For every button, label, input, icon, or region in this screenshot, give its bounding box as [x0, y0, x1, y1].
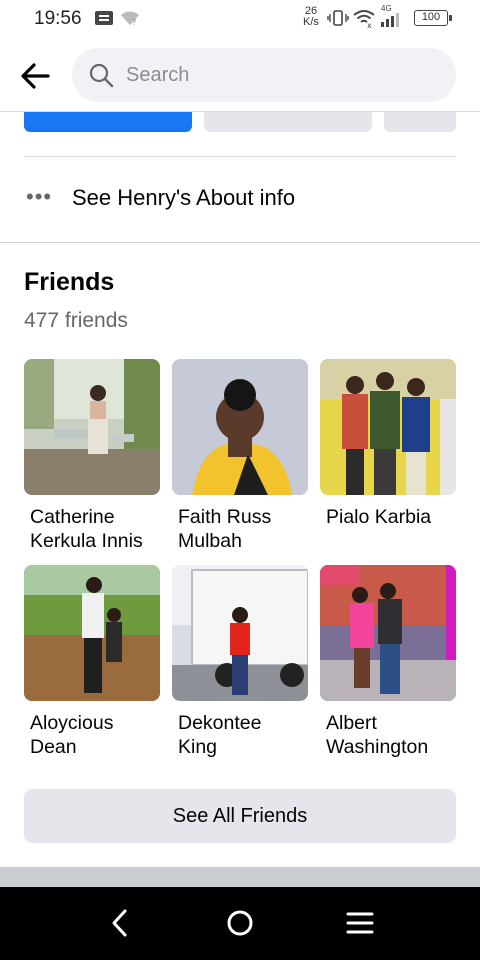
friend-photo[interactable]	[24, 359, 160, 495]
friend-name[interactable]: Pialo Karbia	[320, 505, 456, 529]
friend-card[interactable]: Aloycious Dean	[24, 565, 160, 759]
more-dots-icon: •••	[26, 184, 53, 209]
friend-photo-image	[320, 359, 456, 495]
friend-photo[interactable]	[24, 565, 160, 701]
friends-count: 477 friends	[24, 309, 128, 332]
primary-action-button[interactable]	[24, 112, 192, 132]
search-bar[interactable]	[72, 48, 456, 102]
system-nav-bar	[0, 887, 480, 960]
friend-photo-image	[24, 565, 160, 701]
signal-icon	[381, 13, 399, 27]
friend-name-line: Catherine	[30, 506, 115, 528]
friend-name-line: Kerkula Innis	[30, 530, 143, 552]
svg-text:?: ?	[132, 18, 136, 26]
friend-name-line: Dekontee	[178, 712, 262, 734]
friend-photo-image	[172, 565, 308, 701]
see-all-friends-button[interactable]: See All Friends	[24, 789, 456, 843]
see-about-info-label: See Henry's About info	[72, 185, 296, 210]
friend-card[interactable]: Dekontee King	[172, 565, 308, 759]
divider	[24, 156, 456, 157]
friend-card[interactable]: Faith Russ Mulbah	[172, 359, 308, 553]
battery-level: 100	[421, 11, 441, 23]
status-bar: 19:56 ? 26 K/s x 4G 100	[0, 0, 480, 38]
search-icon	[89, 63, 114, 88]
status-time: 19:56	[34, 8, 82, 29]
wifi-question-icon: ?	[121, 11, 139, 26]
network-speed: 26 K/s	[303, 6, 319, 28]
profile-action-buttons	[0, 112, 480, 132]
friend-photo[interactable]	[320, 565, 456, 701]
friend-photo-image	[320, 565, 456, 701]
friend-name-line: King	[178, 736, 218, 758]
nav-back-icon[interactable]	[100, 903, 140, 943]
friend-name[interactable]: Dekontee King	[172, 711, 308, 759]
arrow-left-icon[interactable]	[16, 56, 56, 96]
see-about-info-row[interactable]: ••• See Henry's About info	[0, 172, 480, 224]
friend-card[interactable]: Pialo Karbia	[320, 359, 456, 529]
search-input[interactable]	[126, 48, 436, 102]
top-header	[0, 38, 480, 112]
wifi-icon: x	[353, 10, 375, 28]
friend-photo[interactable]	[172, 359, 308, 495]
friend-name-line: Pialo Karbia	[326, 506, 432, 528]
more-options-button[interactable]	[384, 112, 456, 132]
friend-photo[interactable]	[320, 359, 456, 495]
friend-card[interactable]: Albert Washington	[320, 565, 456, 759]
nav-home-icon[interactable]	[220, 903, 260, 943]
friend-name-line: Washington	[326, 736, 429, 758]
speed-unit: K/s	[303, 16, 319, 28]
section-divider	[0, 242, 480, 243]
nav-menu-icon[interactable]	[340, 903, 380, 943]
friend-name-line: Albert	[326, 712, 377, 734]
friend-name-line: Faith Russ	[178, 506, 272, 528]
friend-name-line: Aloycious	[30, 712, 114, 734]
friend-photo[interactable]	[172, 565, 308, 701]
friend-card[interactable]: Catherine Kerkula Innis	[24, 359, 160, 553]
section-spacer	[0, 867, 480, 887]
friend-name[interactable]: Albert Washington	[320, 711, 456, 759]
vibrate-icon	[327, 10, 349, 26]
friends-heading[interactable]: Friends	[24, 268, 114, 297]
friend-name[interactable]: Faith Russ Mulbah	[172, 505, 308, 553]
friend-name-line: Dean	[30, 736, 77, 758]
battery-icon: 100	[414, 10, 452, 26]
message-button[interactable]	[204, 112, 372, 132]
friend-name[interactable]: Aloycious Dean	[24, 711, 160, 759]
friend-photo-image	[172, 359, 308, 495]
friend-name[interactable]: Catherine Kerkula Innis	[24, 505, 160, 553]
message-icon	[95, 11, 113, 25]
friend-name-line: Mulbah	[178, 530, 242, 552]
friend-photo-image	[24, 359, 160, 495]
svg-text:x: x	[367, 21, 372, 28]
